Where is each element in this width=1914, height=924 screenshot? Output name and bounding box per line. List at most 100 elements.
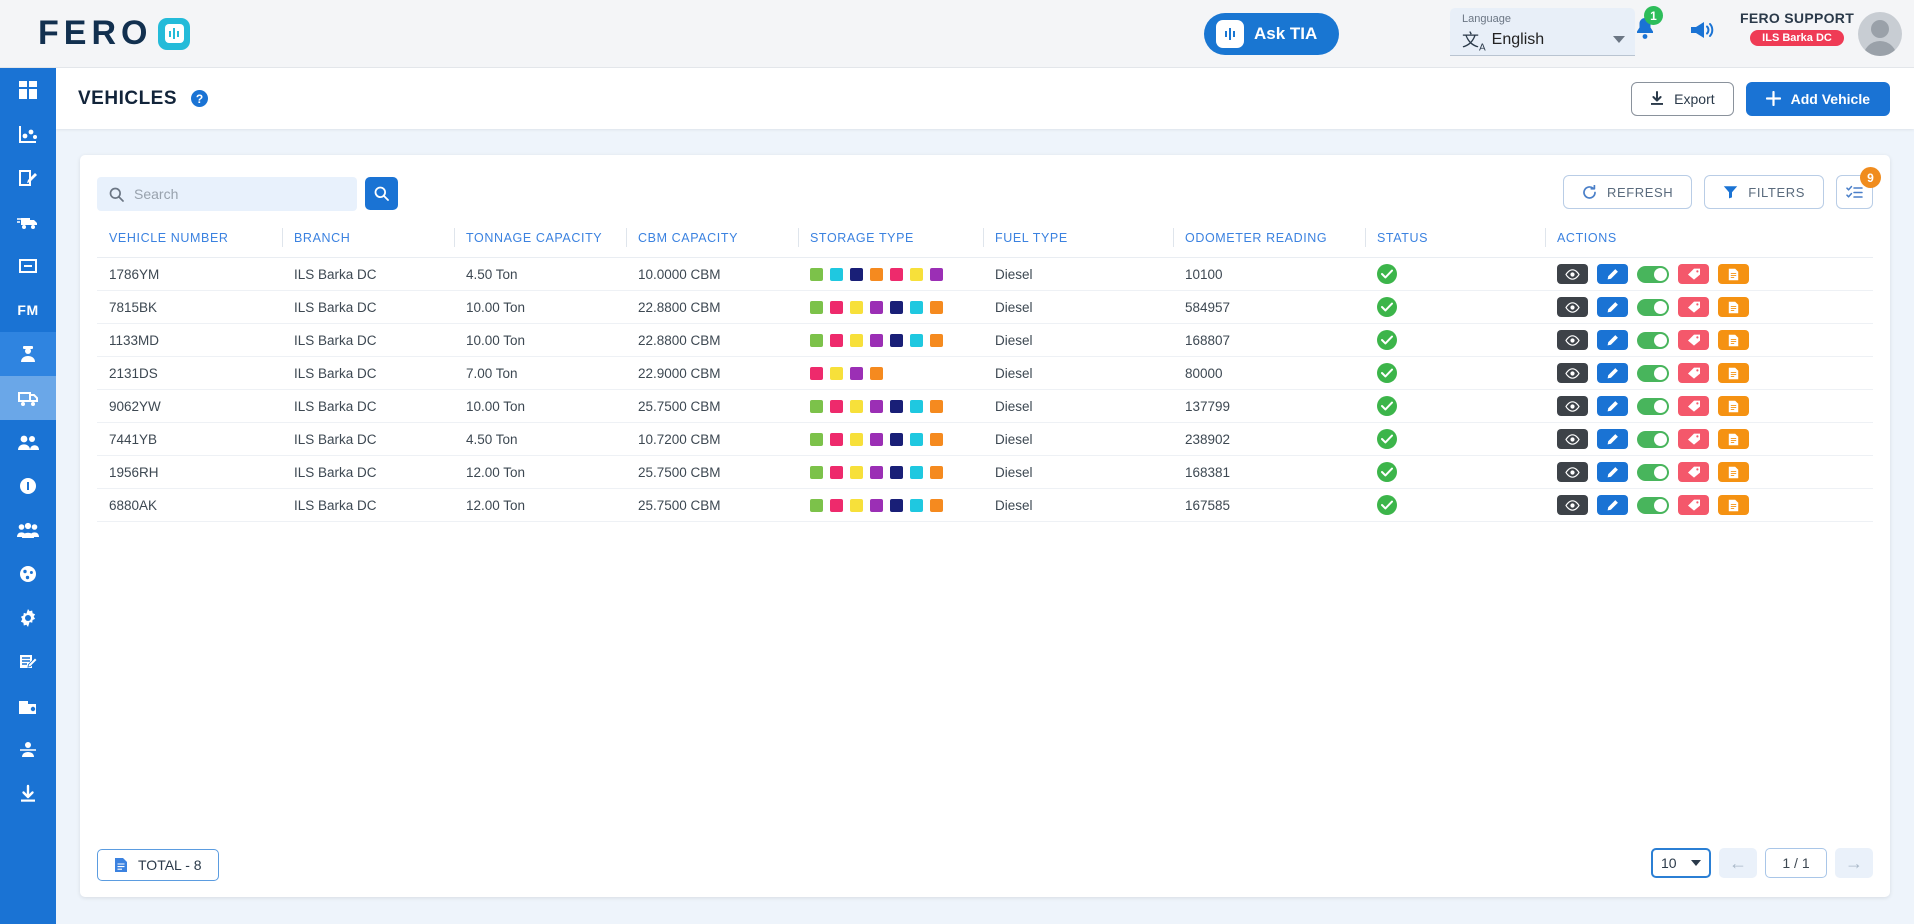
view-button[interactable]: [1557, 330, 1588, 350]
table-row[interactable]: 9062YW ILS Barka DC 10.00 Ton 25.7500 CBM Di…: [97, 389, 1873, 423]
sidebar-item-vehicles[interactable]: [0, 376, 56, 420]
tag-button[interactable]: [1678, 264, 1709, 284]
sidebar-item-reports[interactable]: [0, 640, 56, 684]
page-size-select[interactable]: 10: [1651, 848, 1711, 878]
tag-button[interactable]: [1678, 363, 1709, 383]
announcements-button[interactable]: [1688, 19, 1714, 46]
column-header-cbm-capacity[interactable]: CBM CAPACITY: [626, 225, 798, 258]
column-header-tonnage-capacity[interactable]: TONNAGE CAPACITY: [454, 225, 626, 258]
edit-button[interactable]: [1597, 330, 1628, 350]
table-row[interactable]: 2131DS ILS Barka DC 7.00 Ton 22.9000 CBM Die…: [97, 356, 1873, 390]
tag-button[interactable]: [1678, 396, 1709, 416]
document-button[interactable]: [1718, 330, 1749, 350]
sidebar-item-network[interactable]: [0, 552, 56, 596]
cell-fuel-type: Diesel: [983, 389, 1173, 423]
sidebar-item-orders[interactable]: [0, 156, 56, 200]
status-toggle[interactable]: [1637, 364, 1669, 382]
edit-button[interactable]: [1597, 264, 1628, 284]
help-icon[interactable]: ?: [191, 90, 209, 107]
document-button[interactable]: [1718, 264, 1749, 284]
sidebar-item-downloads[interactable]: [0, 772, 56, 816]
notifications-button[interactable]: 1: [1633, 6, 1663, 39]
edit-button[interactable]: [1597, 396, 1628, 416]
tag-button[interactable]: [1678, 297, 1709, 317]
next-page-button[interactable]: →: [1835, 848, 1873, 878]
table-row[interactable]: 1133MD ILS Barka DC 10.00 Ton 22.8800 CBM Di…: [97, 323, 1873, 357]
table-row[interactable]: 1956RH ILS Barka DC 12.00 Ton 25.7500 CBM Di…: [97, 455, 1873, 489]
status-toggle[interactable]: [1637, 331, 1669, 349]
view-button[interactable]: [1557, 396, 1588, 416]
column-header-odometer-reading[interactable]: ODOMETER READING: [1173, 225, 1365, 258]
column-header-storage-type[interactable]: STORAGE TYPE: [798, 225, 983, 258]
export-button[interactable]: Export: [1631, 81, 1734, 116]
column-header-status[interactable]: STATUS: [1365, 225, 1545, 258]
sidebar-item-settings[interactable]: [0, 596, 56, 640]
view-button[interactable]: [1557, 429, 1588, 449]
pencil-icon: [1607, 433, 1618, 444]
sidebar-item-organization[interactable]: [0, 728, 56, 772]
table-row[interactable]: 7815BK ILS Barka DC 10.00 Ton 22.8800 CBM Di…: [97, 290, 1873, 324]
add-vehicle-button[interactable]: Add Vehicle: [1745, 81, 1890, 116]
edit-button[interactable]: [1597, 495, 1628, 515]
view-button[interactable]: [1557, 495, 1588, 515]
user-info[interactable]: FERO SUPPORT ILS Barka DC: [1740, 10, 1854, 46]
edit-button[interactable]: [1597, 462, 1628, 482]
sidebar-item-teams[interactable]: [0, 508, 56, 552]
sidebar-item-inventory[interactable]: [0, 244, 56, 288]
app-logo[interactable]: FERO: [38, 14, 191, 53]
column-settings-button[interactable]: 9: [1836, 167, 1881, 209]
edit-button[interactable]: [1597, 297, 1628, 317]
sidebar-item-cases[interactable]: [0, 684, 56, 728]
tag-button[interactable]: [1678, 462, 1709, 482]
cell-odometer-reading: 168381: [1173, 455, 1365, 489]
document-button[interactable]: [1718, 462, 1749, 482]
view-button[interactable]: [1557, 363, 1588, 383]
ask-tia-button[interactable]: Ask TIA: [1204, 13, 1340, 55]
document-button[interactable]: [1718, 429, 1749, 449]
avatar[interactable]: [1858, 12, 1902, 56]
table-row[interactable]: 1786YM ILS Barka DC 4.50 Ton 10.0000 CBM Die…: [97, 257, 1873, 291]
logo-text: FERO: [38, 14, 153, 52]
language-selector[interactable]: Language 文A English: [1450, 8, 1635, 56]
tag-button[interactable]: [1678, 495, 1709, 515]
document-button[interactable]: [1718, 363, 1749, 383]
filters-button[interactable]: FILTERS: [1704, 175, 1824, 209]
table-row[interactable]: 7441YB ILS Barka DC 4.50 Ton 10.7200 CBM Die…: [97, 422, 1873, 456]
sidebar-item-drivers[interactable]: [0, 332, 56, 376]
status-toggle[interactable]: [1637, 463, 1669, 481]
edit-button[interactable]: [1597, 429, 1628, 449]
total-count-button[interactable]: TOTAL - 8: [97, 849, 219, 881]
sidebar-item-fleet-management[interactable]: FM: [0, 288, 56, 332]
refresh-button[interactable]: REFRESH: [1562, 175, 1693, 209]
tag-button[interactable]: [1678, 429, 1709, 449]
storage-type-chip: [890, 498, 903, 512]
sidebar-item-shipments[interactable]: [0, 200, 56, 244]
column-header-vehicle-number[interactable]: VEHICLE NUMBER: [97, 225, 282, 258]
sidebar-item-information[interactable]: [0, 464, 56, 508]
status-toggle[interactable]: [1637, 397, 1669, 415]
sidebar-item-dashboard[interactable]: [0, 68, 56, 112]
table-row[interactable]: 6880AK ILS Barka DC 12.00 Ton 25.7500 CBM Di…: [97, 488, 1873, 522]
view-button[interactable]: [1557, 462, 1588, 482]
search-input[interactable]: [134, 186, 334, 202]
search-submit-button[interactable]: [365, 177, 398, 210]
view-button[interactable]: [1557, 264, 1588, 284]
pencil-icon: [1607, 367, 1618, 378]
status-toggle[interactable]: [1637, 265, 1669, 283]
previous-page-button[interactable]: ←: [1719, 848, 1757, 878]
document-button[interactable]: [1718, 396, 1749, 416]
column-header-fuel-type[interactable]: FUEL TYPE: [983, 225, 1173, 258]
document-button[interactable]: [1718, 297, 1749, 317]
edit-button[interactable]: [1597, 363, 1628, 383]
status-toggle[interactable]: [1637, 496, 1669, 514]
document-button[interactable]: [1718, 495, 1749, 515]
status-toggle[interactable]: [1637, 298, 1669, 316]
search-field[interactable]: [97, 177, 357, 211]
view-button[interactable]: [1557, 297, 1588, 317]
cell-storage-type: [798, 290, 983, 324]
sidebar-item-customers[interactable]: [0, 420, 56, 464]
column-header-branch[interactable]: BRANCH: [282, 225, 454, 258]
tag-button[interactable]: [1678, 330, 1709, 350]
status-toggle[interactable]: [1637, 430, 1669, 448]
sidebar-item-analytics[interactable]: [0, 112, 56, 156]
